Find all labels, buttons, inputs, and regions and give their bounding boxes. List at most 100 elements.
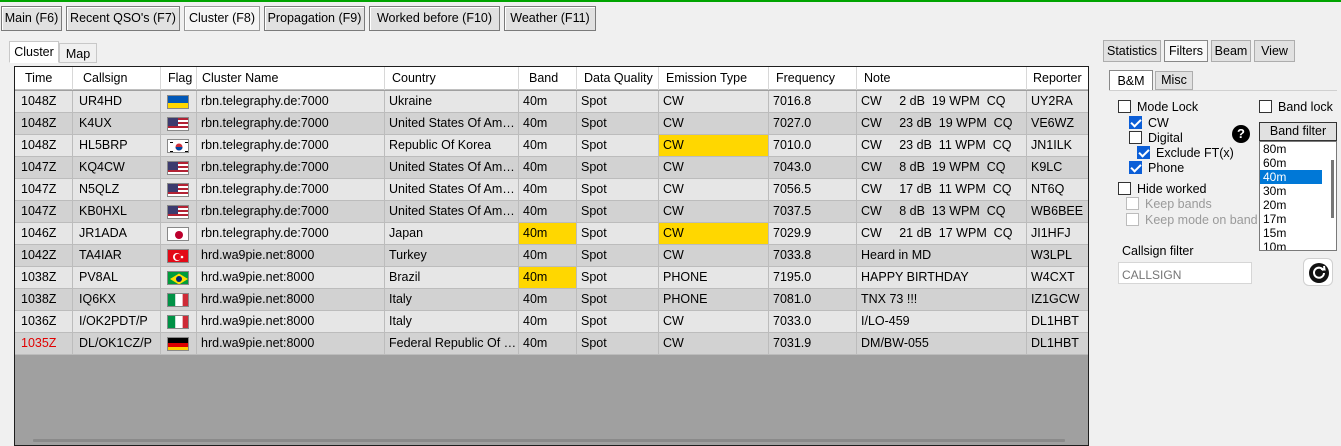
cell-callsign[interactable]: N5QLZ [73, 179, 161, 201]
cell-reporter[interactable]: VE6WZ [1027, 113, 1088, 135]
cell-band[interactable]: 40m [519, 135, 577, 157]
cell-quality[interactable]: Spot [577, 135, 659, 157]
cell-quality[interactable]: Spot [577, 267, 659, 289]
help-icon[interactable]: ? [1232, 125, 1250, 143]
cell-callsign[interactable]: PV8AL [73, 267, 161, 289]
table-row[interactable]: 1046Z JR1ADA rbn.telegraphy.de:7000 Japan 40… [15, 223, 1088, 245]
cell-country[interactable]: United States Of America [385, 113, 519, 135]
cell-flag[interactable] [161, 179, 197, 201]
hide-worked-checkbox[interactable]: Hide worked [1118, 181, 1206, 197]
cell-frequency[interactable]: 7029.9 [769, 223, 857, 245]
col-header-callsign[interactable]: Callsign [73, 67, 161, 90]
cell-cluster[interactable]: rbn.telegraphy.de:7000 [197, 91, 385, 113]
band-list-item[interactable]: 40m [1260, 170, 1322, 184]
tab-statistics[interactable]: Statistics [1103, 40, 1161, 62]
callsign-filter-input[interactable] [1118, 262, 1252, 284]
cell-frequency[interactable]: 7195.0 [769, 267, 857, 289]
table-row[interactable]: 1047Z KB0HXL rbn.telegraphy.de:7000 United … [15, 201, 1088, 223]
cell-country[interactable]: Ukraine [385, 91, 519, 113]
cell-flag[interactable] [161, 333, 197, 355]
cell-quality[interactable]: Spot [577, 91, 659, 113]
cell-emission[interactable]: CW [659, 113, 769, 135]
band-lock-checkbox[interactable]: Band lock [1259, 99, 1333, 115]
cell-band[interactable]: 40m [519, 113, 577, 135]
table-row[interactable]: 1036Z I/OK2PDT/P hrd.wa9pie.net:8000 Italy 4… [15, 311, 1088, 333]
cell-country[interactable]: United States Of America [385, 157, 519, 179]
cell-note[interactable]: CW 23 dB 19 WPM CQ [857, 113, 1027, 135]
tab-recent-qsos[interactable]: Recent QSO's (F7) [66, 6, 180, 31]
table-row[interactable]: 1035Z DL/OK1CZ/P hrd.wa9pie.net:8000 Federa… [15, 333, 1088, 355]
table-row[interactable]: 1038Z IQ6KX hrd.wa9pie.net:8000 Italy 40m Spo… [15, 289, 1088, 311]
cell-callsign[interactable]: KB0HXL [73, 201, 161, 223]
subtab-misc[interactable]: Misc [1155, 71, 1193, 90]
cell-band[interactable]: 40m [519, 245, 577, 267]
cell-flag[interactable] [161, 289, 197, 311]
col-header-reporter[interactable]: Reporter [1027, 67, 1088, 90]
cell-frequency[interactable]: 7037.5 [769, 201, 857, 223]
cell-country[interactable]: United States Of America [385, 201, 519, 223]
checkbox-box[interactable] [1129, 161, 1142, 174]
cell-flag[interactable] [161, 311, 197, 333]
cell-band[interactable]: 40m [519, 289, 577, 311]
band-filter-list[interactable]: 80m 60m 40m 30m 20m 17m 15m 10m [1259, 141, 1337, 251]
cell-callsign[interactable]: UR4HD [73, 91, 161, 113]
digital-checkbox[interactable]: Digital [1129, 130, 1183, 146]
cell-note[interactable]: CW 21 dB 17 WPM CQ [857, 223, 1027, 245]
cell-reporter[interactable]: W4CXT [1027, 267, 1088, 289]
cell-band[interactable]: 40m [519, 179, 577, 201]
cell-frequency[interactable]: 7033.8 [769, 245, 857, 267]
cell-cluster[interactable]: hrd.wa9pie.net:8000 [197, 245, 385, 267]
cell-quality[interactable]: Spot [577, 179, 659, 201]
cell-time[interactable]: 1047Z [15, 179, 73, 201]
cell-cluster[interactable]: hrd.wa9pie.net:8000 [197, 267, 385, 289]
cell-frequency[interactable]: 7016.8 [769, 91, 857, 113]
band-list-item[interactable]: 60m [1260, 156, 1322, 170]
subtab-bm[interactable]: B&M [1109, 70, 1153, 91]
cell-emission[interactable]: CW [659, 201, 769, 223]
cell-time[interactable]: 1038Z [15, 267, 73, 289]
cell-quality[interactable]: Spot [577, 201, 659, 223]
cell-flag[interactable] [161, 201, 197, 223]
cell-country[interactable]: Italy [385, 311, 519, 333]
cell-time[interactable]: 1036Z [15, 311, 73, 333]
band-filter-button[interactable]: Band filter [1259, 122, 1337, 141]
col-header-cluster-name[interactable]: Cluster Name [197, 67, 385, 90]
cell-reporter[interactable]: JN1ILK [1027, 135, 1088, 157]
cell-quality[interactable]: Spot [577, 245, 659, 267]
cell-country[interactable]: Japan [385, 223, 519, 245]
cell-emission[interactable]: CW [659, 135, 769, 157]
checkbox-box[interactable] [1118, 100, 1131, 113]
cell-note[interactable]: HAPPY BIRTHDAY [857, 267, 1027, 289]
cell-reporter[interactable]: WB6BEE [1027, 201, 1088, 223]
cell-quality[interactable]: Spot [577, 113, 659, 135]
cell-note[interactable]: TNX 73 !!! [857, 289, 1027, 311]
tab-view[interactable]: View [1254, 40, 1295, 62]
cell-band[interactable]: 40m [519, 267, 577, 289]
refresh-button[interactable] [1303, 258, 1333, 286]
col-header-emission-type[interactable]: Emission Type [659, 67, 769, 90]
cell-cluster[interactable]: hrd.wa9pie.net:8000 [197, 333, 385, 355]
cell-cluster[interactable]: rbn.telegraphy.de:7000 [197, 113, 385, 135]
cell-emission[interactable]: CW [659, 223, 769, 245]
col-header-data-quality[interactable]: Data Quality [577, 67, 659, 90]
cell-quality[interactable]: Spot [577, 157, 659, 179]
cell-callsign[interactable]: IQ6KX [73, 289, 161, 311]
cell-cluster[interactable]: rbn.telegraphy.de:7000 [197, 179, 385, 201]
col-header-note[interactable]: Note [857, 67, 1027, 90]
cell-country[interactable]: Republic Of Korea [385, 135, 519, 157]
checkbox-box[interactable] [1129, 116, 1142, 129]
cell-band[interactable]: 40m [519, 333, 577, 355]
cell-frequency[interactable]: 7056.5 [769, 179, 857, 201]
cell-time[interactable]: 1048Z [15, 91, 73, 113]
tab-propagation[interactable]: Propagation (F9) [264, 6, 365, 31]
cell-note[interactable]: CW 23 dB 11 WPM CQ [857, 135, 1027, 157]
cell-quality[interactable]: Spot [577, 311, 659, 333]
cell-frequency[interactable]: 7027.0 [769, 113, 857, 135]
cell-callsign[interactable]: I/OK2PDT/P [73, 311, 161, 333]
cell-time[interactable]: 1047Z [15, 201, 73, 223]
cell-frequency[interactable]: 7033.0 [769, 311, 857, 333]
checkbox-box[interactable] [1259, 100, 1272, 113]
col-header-flag[interactable]: Flag [161, 67, 197, 90]
phone-checkbox[interactable]: Phone [1129, 160, 1184, 176]
cell-flag[interactable] [161, 267, 197, 289]
